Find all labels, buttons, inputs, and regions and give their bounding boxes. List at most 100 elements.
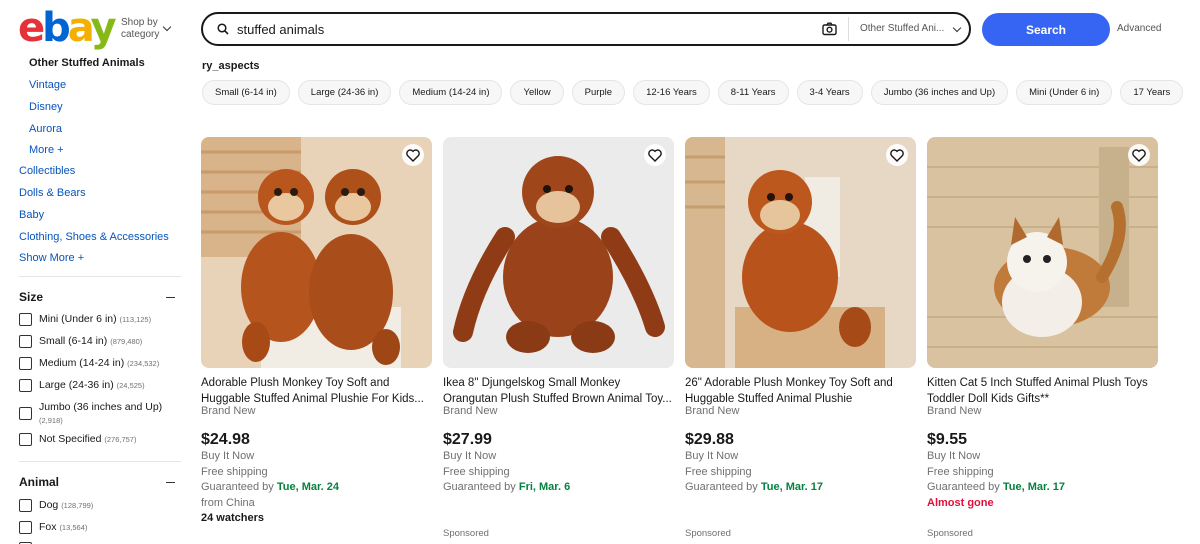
monkey-plush-image bbox=[685, 137, 916, 368]
shop-by-line2: category bbox=[121, 29, 160, 40]
size-filter-option[interactable]: Not Specified (276,757) bbox=[19, 433, 136, 446]
chevron-down-icon[interactable] bbox=[952, 23, 962, 33]
listing-origin: from China bbox=[201, 497, 255, 509]
listing-delivery: Guaranteed by Tue, Mar. 17 bbox=[927, 481, 1065, 493]
subcategory-link[interactable]: Aurora bbox=[29, 122, 62, 136]
chevron-down-icon[interactable] bbox=[162, 22, 172, 32]
product-image[interactable] bbox=[927, 137, 1158, 368]
size-filter-option[interactable]: Medium (14-24 in) (234,532) bbox=[19, 357, 159, 370]
size-filter-option[interactable]: Small (6-14 in) (879,480) bbox=[19, 335, 142, 348]
sponsored-label: Sponsored bbox=[685, 528, 731, 539]
watch-heart-button[interactable] bbox=[886, 144, 908, 166]
animal-filter-heading[interactable]: Animal bbox=[19, 475, 59, 489]
monkey-plush-image bbox=[201, 137, 432, 368]
search-bar: Other Stuffed Ani... bbox=[201, 12, 971, 46]
camera-icon[interactable] bbox=[822, 22, 837, 36]
size-filter-heading[interactable]: Size bbox=[19, 290, 43, 304]
collapse-icon[interactable] bbox=[166, 482, 175, 484]
search-input[interactable] bbox=[237, 19, 797, 39]
listing-condition: Brand New bbox=[201, 405, 256, 417]
advanced-search-link[interactable]: Advanced bbox=[1117, 23, 1161, 34]
watch-heart-button[interactable] bbox=[402, 144, 424, 166]
aspect-chips: Small (6-14 in) Large (24-36 in) Medium (1… bbox=[202, 80, 1200, 106]
category-link[interactable]: Collectibles bbox=[19, 164, 75, 178]
checkbox[interactable] bbox=[19, 521, 32, 534]
search-icon bbox=[217, 23, 229, 35]
listing-watchers: 24 watchers bbox=[201, 512, 264, 524]
checkbox[interactable] bbox=[19, 357, 32, 370]
ebay-logo[interactable]: ebay bbox=[18, 8, 117, 48]
subcategory-link[interactable]: Disney bbox=[29, 100, 63, 114]
watch-heart-button[interactable] bbox=[1128, 144, 1150, 166]
listing-title[interactable]: Ikea 8" Djungelskog Small Monkey Orangut… bbox=[443, 375, 674, 407]
listing-price: $29.88 bbox=[685, 431, 734, 448]
aspect-chip[interactable]: Medium (14-24 in) bbox=[399, 80, 503, 105]
show-more-link[interactable]: Show More + bbox=[19, 251, 84, 265]
checkbox[interactable] bbox=[19, 335, 32, 348]
listing-price: $27.99 bbox=[443, 431, 492, 448]
listing-card[interactable]: 26" Adorable Plush Monkey Toy Soft and H… bbox=[685, 137, 916, 544]
listing-card[interactable]: Kitten Cat 5 Inch Stuffed Animal Plush T… bbox=[927, 137, 1158, 544]
divider bbox=[19, 276, 181, 277]
watch-heart-button[interactable] bbox=[644, 144, 666, 166]
size-filter-option[interactable]: Jumbo (36 inches and Up) (2,918) bbox=[19, 401, 162, 427]
more-subcategories-link[interactable]: More + bbox=[29, 143, 64, 157]
listing-card[interactable]: Ikea 8" Djungelskog Small Monkey Orangut… bbox=[443, 137, 674, 544]
aspect-chip[interactable]: Jumbo (36 inches and Up) bbox=[870, 80, 1009, 105]
animal-filter-option[interactable]: Dog (128,799) bbox=[19, 499, 93, 512]
listing-format: Buy It Now bbox=[685, 450, 739, 462]
aspect-chip[interactable]: 3-4 Years bbox=[796, 80, 863, 105]
listing-condition: Brand New bbox=[443, 405, 498, 417]
aspect-chip[interactable]: 17 Years bbox=[1120, 80, 1184, 105]
checkbox[interactable] bbox=[19, 313, 32, 326]
divider bbox=[19, 461, 181, 462]
aspect-chip[interactable]: Yellow bbox=[510, 80, 564, 105]
category-link[interactable]: Dolls & Bears bbox=[19, 186, 86, 200]
current-category: Other Stuffed Animals bbox=[29, 57, 145, 69]
heart-icon bbox=[890, 148, 904, 162]
aspect-chip[interactable]: Small (6-14 in) bbox=[202, 80, 290, 105]
header: ebay Shop by category Other Stuffed Ani.… bbox=[0, 0, 1200, 56]
aspect-chip[interactable]: 8-11 Years bbox=[717, 80, 789, 105]
checkbox[interactable] bbox=[19, 407, 32, 420]
checkbox[interactable] bbox=[19, 499, 32, 512]
size-filter-option[interactable]: Large (24-36 in) (24,525) bbox=[19, 379, 145, 392]
listing-shipping: Free shipping bbox=[927, 466, 994, 478]
listing-format: Buy It Now bbox=[443, 450, 497, 462]
listing-delivery: Guaranteed by Tue, Mar. 24 bbox=[201, 481, 339, 493]
aspect-chip[interactable]: Purple bbox=[571, 80, 626, 105]
product-image[interactable] bbox=[685, 137, 916, 368]
aspect-chip[interactable]: Mini (Under 6 in) bbox=[1016, 80, 1113, 105]
heart-icon bbox=[406, 148, 420, 162]
checkbox[interactable] bbox=[19, 379, 32, 392]
aspect-chip[interactable]: Large (24-36 in) bbox=[297, 80, 392, 105]
category-link[interactable]: Clothing, Shoes & Accessories bbox=[19, 230, 169, 244]
checkbox[interactable] bbox=[19, 433, 32, 446]
animal-filter-option[interactable]: Fox (13,564) bbox=[19, 521, 87, 534]
category-link[interactable]: Baby bbox=[19, 208, 44, 222]
subcategory-link[interactable]: Vintage bbox=[29, 78, 66, 92]
search-button[interactable]: Search bbox=[982, 13, 1110, 46]
divider bbox=[848, 17, 849, 41]
aspect-chip[interactable]: 12-16 Years bbox=[633, 80, 710, 105]
listing-title[interactable]: Kitten Cat 5 Inch Stuffed Animal Plush T… bbox=[927, 375, 1158, 407]
listing-title[interactable]: Adorable Plush Monkey Toy Soft and Hugga… bbox=[201, 375, 432, 407]
sponsored-label: Sponsored bbox=[443, 528, 489, 539]
listing-price: $24.98 bbox=[201, 431, 250, 448]
aspects-title: ry_aspects bbox=[202, 60, 260, 72]
sidebar: Other Stuffed Animals Vintage Disney Aur… bbox=[0, 56, 190, 544]
listing-shipping: Free shipping bbox=[201, 466, 268, 478]
stock-status: Almost gone bbox=[927, 497, 994, 509]
listing-title[interactable]: 26" Adorable Plush Monkey Toy Soft and H… bbox=[685, 375, 916, 407]
sponsored-label: Sponsored bbox=[927, 528, 973, 539]
product-image[interactable] bbox=[201, 137, 432, 368]
collapse-icon[interactable] bbox=[166, 297, 175, 299]
kitten-plush-image bbox=[927, 137, 1158, 368]
listing-price: $9.55 bbox=[927, 431, 968, 448]
listing-card[interactable]: Adorable Plush Monkey Toy Soft and Hugga… bbox=[201, 137, 432, 544]
product-image[interactable] bbox=[443, 137, 674, 368]
category-select[interactable]: Other Stuffed Ani... bbox=[860, 23, 944, 34]
shop-by-category-button[interactable]: Shop by category bbox=[121, 17, 159, 41]
listing-condition: Brand New bbox=[685, 405, 740, 417]
size-filter-option[interactable]: Mini (Under 6 in) (113,125) bbox=[19, 313, 151, 326]
